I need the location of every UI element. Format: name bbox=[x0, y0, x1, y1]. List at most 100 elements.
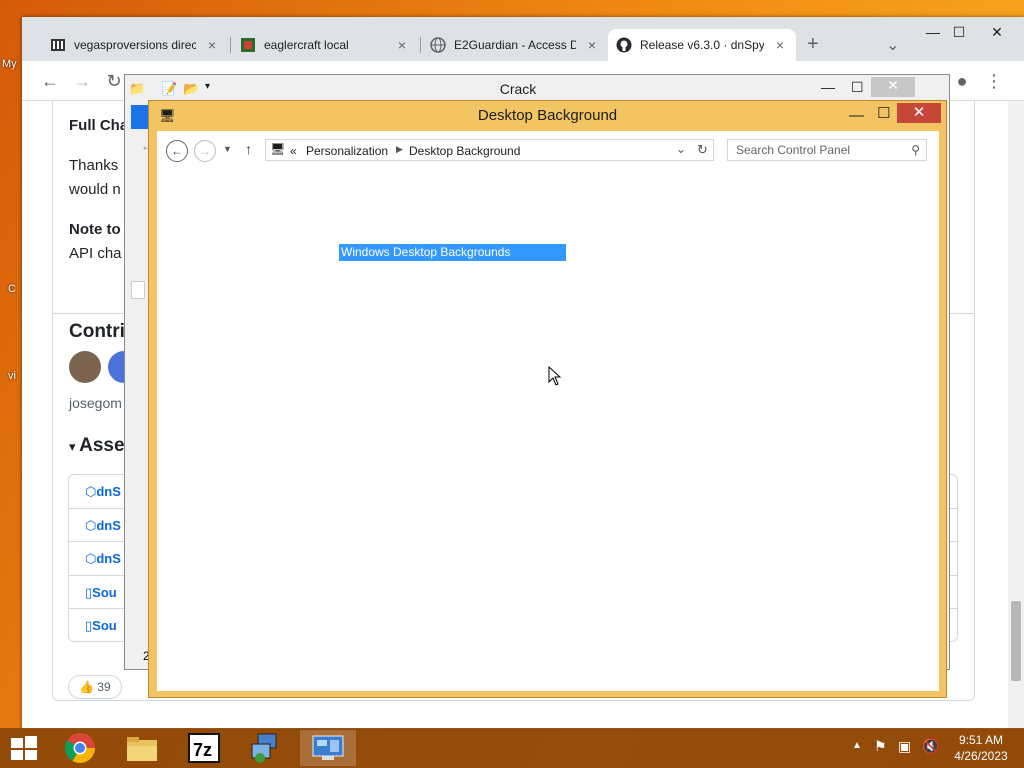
full-changelog-link[interactable]: Full Cha bbox=[69, 117, 128, 134]
chrome-taskbar-button[interactable] bbox=[52, 730, 108, 766]
search-icon: ⚲ bbox=[911, 143, 920, 157]
back-arrow-icon[interactable]: ← bbox=[166, 140, 188, 162]
network-tool-taskbar-button[interactable] bbox=[238, 730, 294, 766]
mouse-cursor bbox=[548, 366, 562, 386]
contributors-heading: Contri bbox=[69, 321, 125, 342]
assets-heading-label: Asse bbox=[79, 435, 125, 456]
reaction-button[interactable]: 👍 39 bbox=[68, 675, 122, 699]
forward-arrow-icon[interactable]: → bbox=[70, 69, 94, 93]
control-panel-icon: 🖥 bbox=[270, 142, 286, 156]
release-notes-text: API cha bbox=[69, 245, 122, 262]
dialog-content: ← → ▼ ↑ 🖥 « Personalization ▶ Desktop Ba… bbox=[157, 131, 939, 691]
avatar[interactable] bbox=[69, 351, 101, 383]
close-icon[interactable]: × bbox=[584, 37, 600, 53]
search-input[interactable]: Search Control Panel ⚲ bbox=[727, 139, 927, 161]
volume-muted-icon[interactable]: 🔇 bbox=[922, 738, 939, 768]
clock-date: 4/26/2023 bbox=[954, 749, 1008, 763]
tab-separator bbox=[230, 37, 231, 53]
reaction-count: 39 bbox=[97, 680, 111, 694]
network-icon[interactable]: ▣ bbox=[898, 738, 911, 768]
close-button[interactable]: ✕ bbox=[897, 103, 941, 123]
crack-title-bar[interactable]: 📁 📝 📂 ▾ Crack — ☐ ✕ bbox=[125, 75, 949, 103]
thumbs-up-icon: 👍 bbox=[79, 680, 98, 694]
maximize-button[interactable]: ☐ bbox=[942, 17, 976, 47]
close-button[interactable]: ✕ bbox=[871, 77, 915, 97]
profile-avatar-icon[interactable]: ● bbox=[950, 69, 974, 93]
tab-title: eaglercraft local bbox=[264, 38, 349, 52]
forward-arrow-icon[interactable]: → bbox=[194, 140, 216, 162]
address-bar[interactable]: 🖥 « Personalization ▶ Desktop Background… bbox=[265, 139, 714, 161]
desktop-background-window: 🖥 Desktop Background — ☐ ✕ ← → ▼ ↑ 🖥 « P… bbox=[148, 100, 947, 698]
show-hidden-icons-button[interactable]: ▲ bbox=[852, 740, 862, 768]
reload-icon[interactable]: ↻ bbox=[102, 69, 126, 93]
tab-vegasproversions[interactable]: vegasproversions direct × bbox=[42, 29, 228, 61]
tab-eaglercraft[interactable]: eaglercraft local × bbox=[232, 29, 418, 61]
asset-link[interactable]: dnS bbox=[96, 518, 121, 533]
close-icon[interactable]: × bbox=[772, 37, 788, 53]
close-icon[interactable]: × bbox=[394, 37, 410, 53]
action-center-flag-icon[interactable]: ⚑ bbox=[874, 738, 887, 768]
7zip-taskbar-button[interactable]: 7z bbox=[176, 730, 232, 766]
close-button[interactable]: ✕ bbox=[980, 17, 1014, 47]
taskbar: 7z ▲ ⚑ ▣ 🔇 9:51 AM 4/26/2023 bbox=[0, 728, 1024, 768]
svg-text:7z: 7z bbox=[193, 740, 212, 760]
eaglercraft-icon bbox=[240, 37, 256, 53]
tab-title: E2Guardian - Access De bbox=[454, 38, 576, 52]
maximize-button[interactable]: ☐ bbox=[851, 79, 864, 96]
asset-link[interactable]: dnS bbox=[96, 484, 121, 499]
page-scrollbar[interactable] bbox=[1008, 101, 1024, 729]
chevron-down-icon[interactable]: ⌄ bbox=[676, 142, 686, 156]
tab-e2guardian[interactable]: E2Guardian - Access De × bbox=[422, 29, 608, 61]
minimize-button[interactable]: — bbox=[821, 79, 835, 95]
start-button[interactable] bbox=[0, 730, 48, 766]
tab-search-button[interactable]: ⌄ bbox=[886, 35, 899, 55]
package-icon: ⬡ bbox=[85, 551, 97, 566]
breadcrumb-desktop-background[interactable]: Desktop Background bbox=[409, 144, 520, 158]
desktop-icon-c[interactable]: C bbox=[8, 283, 16, 295]
refresh-icon[interactable]: ↻ bbox=[697, 142, 708, 158]
tab-strip: vegasproversions direct × eaglercraft lo… bbox=[22, 17, 1024, 61]
chrome-icon bbox=[64, 733, 95, 764]
tab-title: vegasproversions direct bbox=[74, 38, 196, 52]
desktop-icon-label: C bbox=[8, 283, 16, 295]
github-icon bbox=[616, 37, 632, 53]
control-panel-icon: 🖥 bbox=[159, 108, 176, 123]
close-icon[interactable]: × bbox=[204, 37, 220, 53]
desktop-icon-vi[interactable]: vi bbox=[8, 370, 16, 382]
desktop-icon-label: My bbox=[2, 58, 17, 70]
triangle-down-icon: ▾ bbox=[69, 439, 80, 454]
tab-dnspyex-release[interactable]: Release v6.3.0 · dnSpyEx × bbox=[608, 29, 796, 61]
maximize-button[interactable]: ☐ bbox=[877, 99, 890, 129]
chevron-right-icon[interactable]: ▶ bbox=[396, 144, 403, 155]
globe-icon bbox=[430, 37, 446, 53]
package-icon: ⬡ bbox=[85, 484, 97, 499]
picture-location-selected-item[interactable]: Windows Desktop Backgrounds bbox=[339, 244, 566, 261]
breadcrumb-overflow[interactable]: « bbox=[290, 144, 297, 158]
recent-locations-icon[interactable]: ▼ bbox=[223, 144, 232, 154]
file-explorer-taskbar-button[interactable] bbox=[114, 730, 170, 766]
asset-link[interactable]: Sou bbox=[92, 585, 117, 600]
control-panel-taskbar-button[interactable] bbox=[300, 730, 356, 766]
scrollbar-thumb[interactable] bbox=[1011, 601, 1021, 681]
system-clock[interactable]: 9:51 AM 4/26/2023 bbox=[948, 732, 1014, 768]
dialog-title-bar[interactable]: 🖥 Desktop Background — ☐ ✕ bbox=[149, 101, 946, 131]
menu-dots-icon[interactable]: ⋮ bbox=[982, 69, 1006, 93]
window-title: Desktop Background bbox=[477, 107, 618, 124]
network-computer-icon bbox=[251, 733, 277, 763]
breadcrumb-personalization[interactable]: Personalization bbox=[306, 144, 388, 158]
tab-separator bbox=[420, 37, 421, 53]
release-notes-text: would n bbox=[69, 181, 121, 198]
desktop-icon-my-computer[interactable]: My bbox=[2, 58, 17, 70]
asset-link[interactable]: dnS bbox=[96, 551, 121, 566]
assets-heading[interactable]: ▾ Asse bbox=[69, 435, 125, 457]
up-arrow-icon[interactable]: ↑ bbox=[245, 141, 252, 157]
release-notes-text: Thanks bbox=[69, 157, 119, 174]
asset-link[interactable]: Sou bbox=[92, 618, 117, 633]
new-tab-button[interactable]: + bbox=[807, 33, 819, 56]
package-icon: ⬡ bbox=[85, 518, 97, 533]
control-panel-icon bbox=[312, 735, 344, 760]
contributor-names: josegom bbox=[69, 395, 122, 411]
folder-view-item bbox=[131, 281, 145, 299]
back-arrow-icon[interactable]: ← bbox=[38, 69, 62, 93]
minimize-button[interactable]: — bbox=[849, 101, 864, 131]
